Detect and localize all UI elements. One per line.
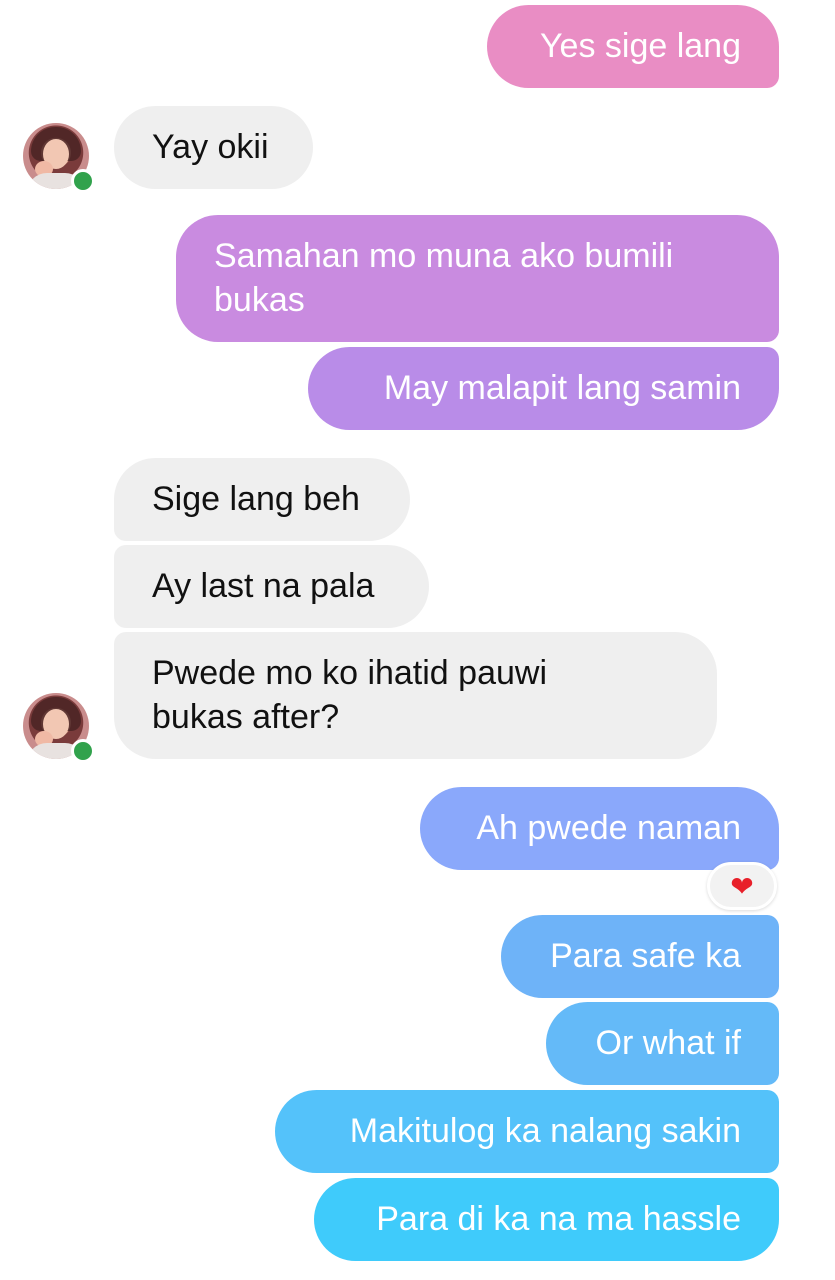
message-bubble-received[interactable]: Sige lang beh	[114, 458, 410, 541]
heart-reaction-icon[interactable]: ❤	[707, 862, 777, 910]
online-status-icon	[71, 739, 95, 763]
message-bubble-sent[interactable]: Yes sige lang	[487, 5, 779, 88]
message-bubble-received[interactable]: Pwede mo ko ihatid pauwi bukas after?	[114, 632, 717, 759]
contact-avatar[interactable]	[23, 693, 95, 763]
message-bubble-sent[interactable]: Para safe ka	[501, 915, 779, 998]
message-bubble-sent[interactable]: Or what if	[546, 1002, 779, 1085]
message-bubble-sent[interactable]: Ah pwede naman	[420, 787, 779, 870]
message-bubble-sent[interactable]: May malapit lang samin	[308, 347, 779, 430]
online-status-icon	[71, 169, 95, 193]
message-bubble-received[interactable]: Ay last na pala	[114, 545, 429, 628]
message-bubble-sent[interactable]: Para di ka na ma hassle	[314, 1178, 779, 1261]
message-bubble-received[interactable]: Yay okii	[114, 106, 313, 189]
message-bubble-sent[interactable]: Samahan mo muna ako bumili bukas	[176, 215, 779, 342]
message-bubble-sent[interactable]: Makitulog ka nalang sakin	[275, 1090, 779, 1173]
contact-avatar[interactable]	[23, 123, 95, 193]
